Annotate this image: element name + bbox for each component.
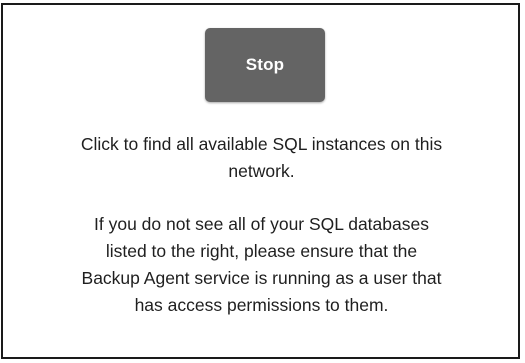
stop-button[interactable]: Stop [205, 28, 325, 102]
info-line-3: Backup Agent service is running as a use… [81, 268, 442, 288]
stop-button-label: Stop [245, 55, 285, 74]
info-line-2: listed to the right, please ensure that … [105, 241, 418, 261]
info-line-1: If you do not see all of your SQL databa… [94, 214, 429, 234]
info-line-4: has access permissions to them. [134, 295, 389, 315]
instruction-text: Click to find all available SQL instance… [13, 131, 510, 185]
sql-discovery-panel: Stop Click to find all available SQL ins… [1, 3, 520, 359]
instruction-line-1: Click to find all available SQL instance… [80, 134, 443, 154]
instruction-line-2: network. [228, 161, 295, 181]
permissions-info-text: If you do not see all of your SQL databa… [13, 211, 510, 319]
